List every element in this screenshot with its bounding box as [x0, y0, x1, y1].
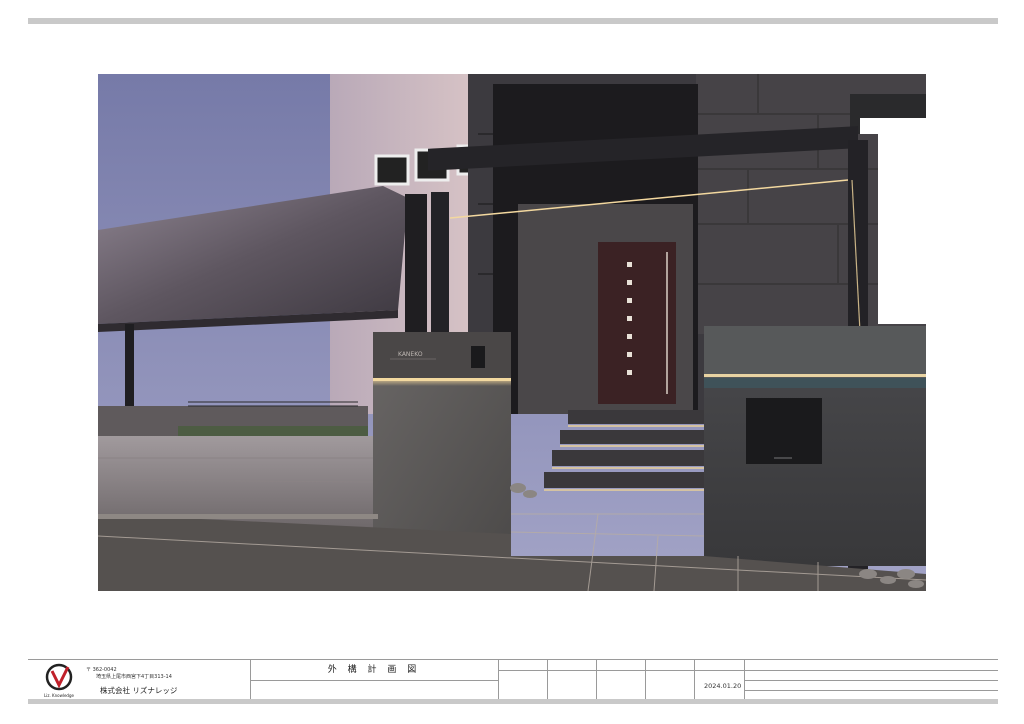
- company-address: 〒 362-0042 埼玉県上尾市西宮下4丁目313-14: [86, 667, 172, 681]
- top-border-bar: [28, 18, 998, 24]
- field-cell-2: [547, 660, 596, 700]
- logo-caption: Liz. Knowledge: [44, 693, 75, 698]
- nameplate-text: KANEKO: [398, 351, 423, 358]
- postal-code: 〒 362-0042: [86, 667, 117, 673]
- drawing-title: 外 構 計 画 図: [327, 665, 421, 675]
- title-block: Liz. Knowledge 〒 362-0042 埼玉県上尾市西宮下4丁目31…: [28, 659, 998, 700]
- notes-line-2: [744, 680, 998, 681]
- field-cell-1: [498, 660, 547, 700]
- bottom-border-bar: [28, 699, 998, 704]
- company-logo-icon: Liz. Knowledge: [44, 663, 75, 698]
- field-cell-3: [596, 660, 645, 700]
- field-divider: [498, 670, 744, 671]
- company-name: 株式会社 リズナレッジ: [100, 686, 178, 695]
- title-divider: [250, 680, 498, 681]
- notes-line-3: [744, 690, 998, 691]
- street-address: 埼玉県上尾市西宮下4丁目313-14: [96, 674, 172, 680]
- notes-line-1: [744, 670, 998, 671]
- drawing-date: 2024.01.20: [704, 682, 742, 690]
- date-cell: [694, 660, 744, 700]
- field-cell-4: [645, 660, 694, 700]
- exterior-rendering-image: KANEKO: [98, 74, 926, 591]
